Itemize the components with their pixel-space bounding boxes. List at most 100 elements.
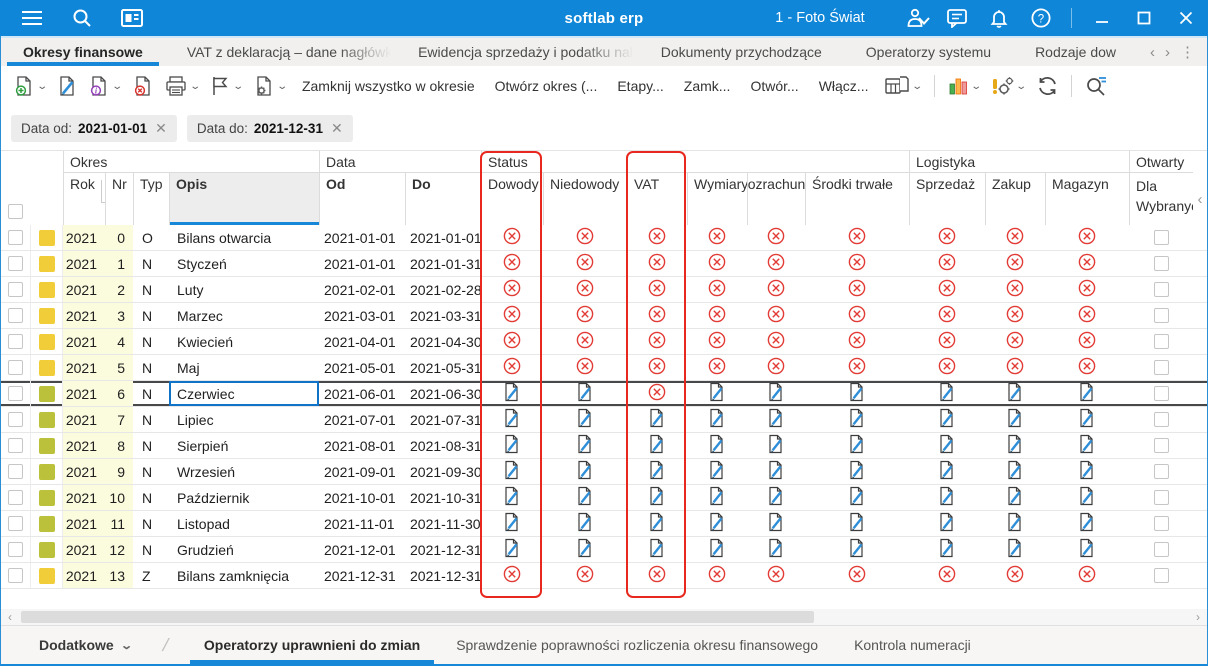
cell-opis[interactable]: Wrzesień: [169, 459, 319, 484]
status-editable-icon[interactable]: [1077, 382, 1097, 405]
status-closed-icon[interactable]: [1077, 356, 1097, 379]
cell-nr[interactable]: 13: [105, 563, 133, 588]
status-closed-icon[interactable]: [502, 226, 522, 249]
status-editable-icon[interactable]: [1077, 538, 1097, 561]
module-tab-5[interactable]: Rodzaje dow: [1013, 38, 1138, 66]
cell-opis[interactable]: Sierpień: [169, 433, 319, 458]
status-editable-icon[interactable]: [1077, 434, 1097, 457]
status-closed-icon[interactable]: [766, 226, 786, 249]
status-closed-icon[interactable]: [1077, 304, 1097, 327]
status-editable-icon[interactable]: [937, 408, 957, 431]
row-checkbox[interactable]: [8, 412, 23, 427]
status-closed-icon[interactable]: [1005, 356, 1025, 379]
cell-data-od[interactable]: 2021-03-01: [319, 303, 405, 328]
chart-chevron-icon[interactable]: ⌄: [970, 81, 982, 92]
status-closed-icon[interactable]: [766, 278, 786, 301]
status-editable-icon[interactable]: [1077, 512, 1097, 535]
status-closed-icon[interactable]: [502, 278, 522, 301]
period-row-2021-7[interactable]: 2021 7 N Lipiec 2021-07-01 2021-07-31: [1, 407, 1207, 433]
status-closed-icon[interactable]: [1005, 226, 1025, 249]
cell-opis[interactable]: Styczeń: [169, 251, 319, 276]
status-closed-icon[interactable]: [575, 252, 595, 275]
help-icon[interactable]: ?: [1029, 6, 1053, 30]
select-all-checkbox[interactable]: [8, 204, 23, 219]
filter-chip-date-from[interactable]: Data od: 2021-01-01 ✕: [11, 114, 177, 142]
status-editable-icon[interactable]: [575, 460, 595, 483]
cell-typ[interactable]: N: [133, 277, 169, 302]
status-closed-icon[interactable]: [575, 226, 595, 249]
status-closed-icon[interactable]: [575, 356, 595, 379]
status-closed-icon[interactable]: [647, 278, 667, 301]
status-editable-icon[interactable]: [502, 408, 522, 431]
cell-opis[interactable]: Maj: [169, 355, 319, 380]
status-closed-icon[interactable]: [766, 564, 786, 587]
status-closed-icon[interactable]: [937, 564, 957, 587]
status-closed-icon[interactable]: [766, 252, 786, 275]
period-row-2021-12[interactable]: 2021 12 N Grudzień 2021-12-01 2021-12-31: [1, 537, 1207, 563]
status-closed-icon[interactable]: [647, 252, 667, 275]
status-closed-icon[interactable]: [647, 304, 667, 327]
cell-data-do[interactable]: 2021-07-31: [405, 407, 481, 432]
cell-typ[interactable]: Z: [133, 563, 169, 588]
period-row-2021-4[interactable]: 2021 4 N Kwiecień 2021-04-01 2021-04-30: [1, 329, 1207, 355]
row-checkbox[interactable]: [8, 568, 23, 583]
cell-nr[interactable]: 0: [105, 225, 133, 250]
status-closed-icon[interactable]: [707, 330, 727, 353]
status-closed-icon[interactable]: [1077, 252, 1097, 275]
period-row-2021-2[interactable]: 2021 2 N Luty 2021-02-01 2021-02-28: [1, 277, 1207, 303]
status-closed-icon[interactable]: [647, 382, 667, 405]
status-editable-icon[interactable]: [1005, 538, 1025, 561]
status-editable-icon[interactable]: [766, 434, 786, 457]
status-editable-icon[interactable]: [937, 538, 957, 561]
row-checkbox[interactable]: [8, 386, 23, 401]
otwarty-checkbox[interactable]: [1153, 386, 1169, 401]
col-header-rozrachunki[interactable]: Rozrachunki: [747, 173, 805, 225]
refresh-button[interactable]: [1032, 72, 1063, 100]
cell-data-do[interactable]: 2021-12-31: [405, 563, 481, 588]
system-settings-chevron-icon[interactable]: ⌄: [1016, 81, 1028, 92]
chart-button[interactable]: ⌄: [943, 72, 984, 100]
close-button[interactable]: [1174, 6, 1198, 30]
status-editable-icon[interactable]: [937, 382, 957, 405]
status-closed-icon[interactable]: [847, 304, 867, 327]
cell-typ[interactable]: N: [133, 459, 169, 484]
status-editable-icon[interactable]: [1005, 460, 1025, 483]
status-editable-icon[interactable]: [1005, 408, 1025, 431]
scrollbar-thumb[interactable]: [21, 611, 814, 623]
status-closed-icon[interactable]: [766, 304, 786, 327]
status-editable-icon[interactable]: [847, 382, 867, 405]
otwarty-checkbox[interactable]: [1153, 490, 1169, 505]
period-row-2021-0[interactable]: 2021 0 O Bilans otwarcia 2021-01-01 2021-01-0…: [1, 225, 1207, 251]
cell-typ[interactable]: N: [133, 485, 169, 510]
status-editable-icon[interactable]: [766, 538, 786, 561]
cell-data-od[interactable]: 2021-12-01: [319, 537, 405, 562]
cell-opis[interactable]: Lipiec: [169, 407, 319, 432]
cell-opis[interactable]: Bilans otwarcia: [169, 225, 319, 250]
period-row-2021-3[interactable]: 2021 3 N Marzec 2021-03-01 2021-03-31: [1, 303, 1207, 329]
module-tab-4[interactable]: Operatorzy systemu: [844, 38, 1013, 66]
status-closed-icon[interactable]: [707, 356, 727, 379]
status-editable-icon[interactable]: [937, 486, 957, 509]
cell-typ[interactable]: N: [133, 511, 169, 536]
status-editable-icon[interactable]: [575, 486, 595, 509]
toolbar-action-button-3[interactable]: Zamk...: [674, 73, 741, 99]
status-editable-icon[interactable]: [647, 486, 667, 509]
cell-typ[interactable]: N: [133, 433, 169, 458]
cell-rok[interactable]: 2021: [63, 511, 105, 536]
col-header-do[interactable]: Do: [405, 173, 481, 225]
module-tab-2[interactable]: Ewidencja sprzedaży i podatku należne: [396, 38, 639, 66]
cell-typ[interactable]: O: [133, 225, 169, 250]
row-checkbox[interactable]: [8, 308, 23, 323]
status-closed-icon[interactable]: [575, 304, 595, 327]
col-header-dla-wybranych[interactable]: Dla Wybranych: [1129, 173, 1193, 225]
cell-typ[interactable]: N: [133, 329, 169, 354]
col-header-od[interactable]: Od: [319, 173, 405, 225]
cell-opis[interactable]: Bilans zamknięcia: [169, 563, 319, 588]
cell-rok[interactable]: 2021: [63, 329, 105, 354]
search-icon[interactable]: [70, 6, 94, 30]
remove-filter-icon[interactable]: ✕: [153, 120, 167, 137]
cell-rok[interactable]: 2021: [63, 381, 105, 406]
status-editable-icon[interactable]: [847, 434, 867, 457]
status-editable-icon[interactable]: [1077, 408, 1097, 431]
cell-opis[interactable]: Październik: [169, 485, 319, 510]
